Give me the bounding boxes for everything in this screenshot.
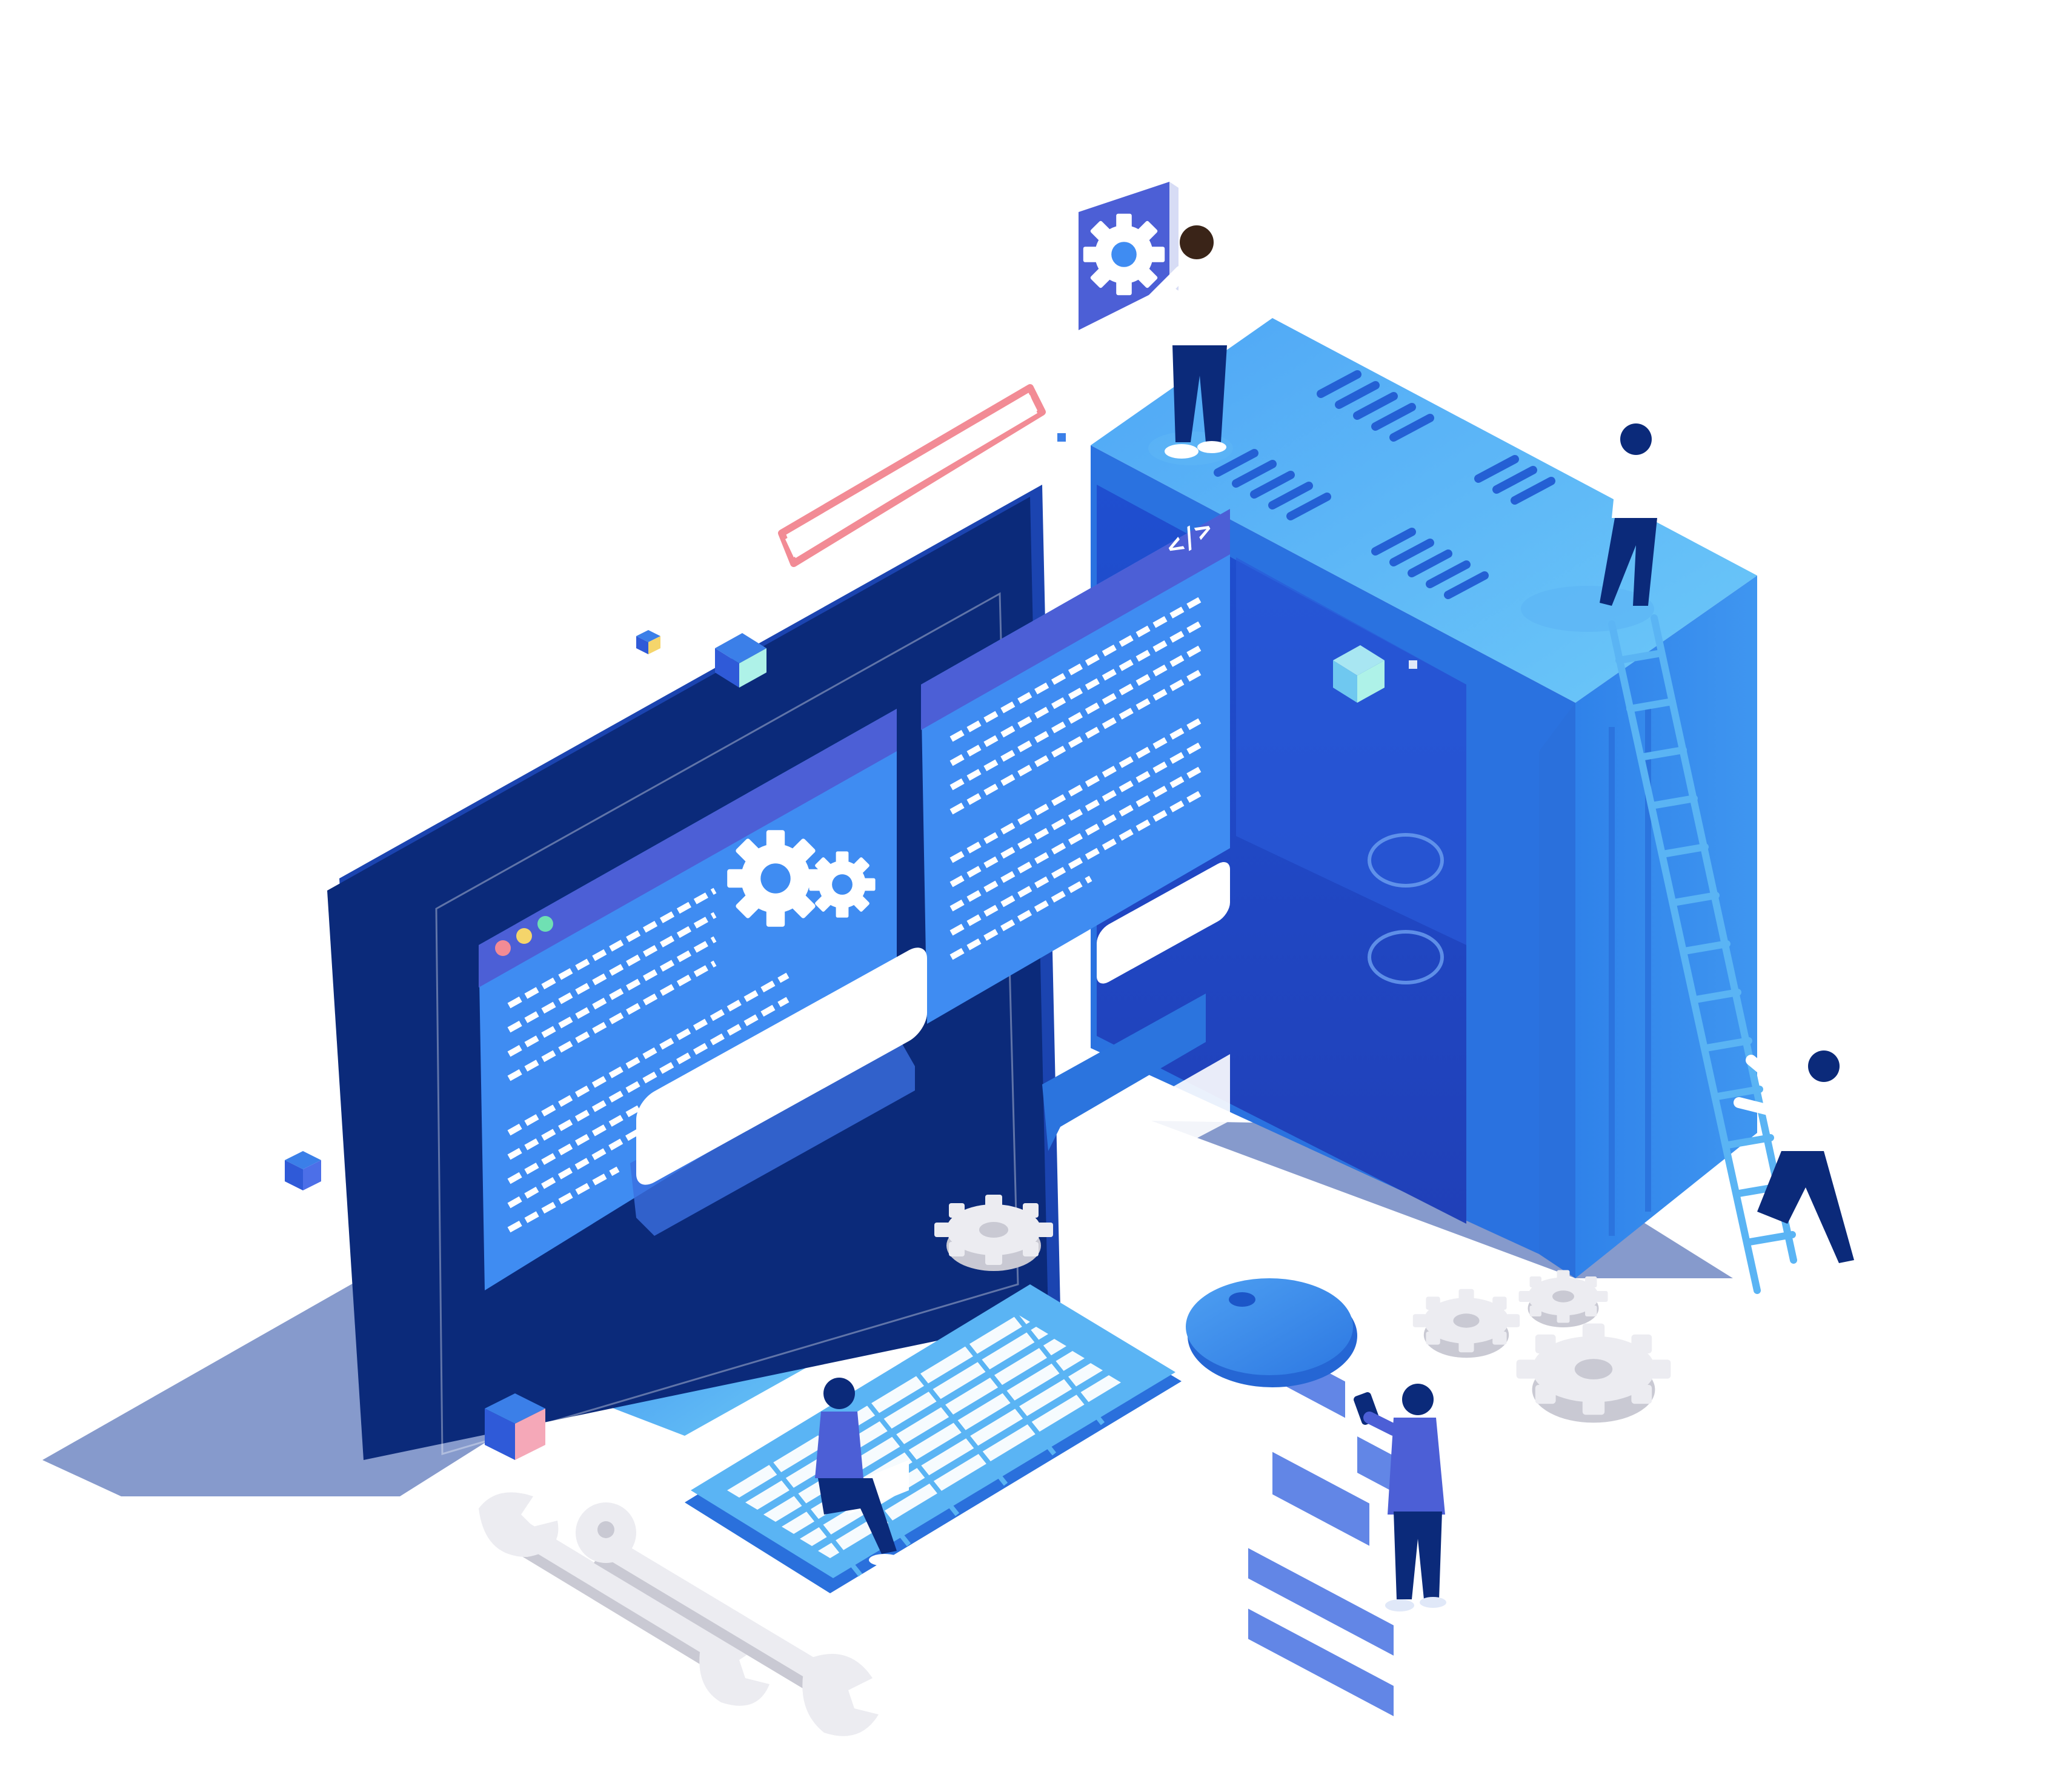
isometric-illustration: </> — [42, 182, 1854, 1736]
gear-icon — [1083, 213, 1165, 296]
gear-tile[interactable] — [1079, 182, 1179, 330]
tiny-square-2 — [1057, 433, 1066, 442]
gear-icon — [1412, 1289, 1520, 1358]
person-with-phone — [1354, 1384, 1446, 1611]
gear-icon — [1516, 1323, 1671, 1423]
tiny-square — [1409, 660, 1417, 669]
cube-left — [285, 1151, 321, 1190]
gear-icon — [1518, 1270, 1608, 1327]
mouse-icon — [1186, 1278, 1357, 1387]
cube-small-blue — [636, 630, 660, 654]
